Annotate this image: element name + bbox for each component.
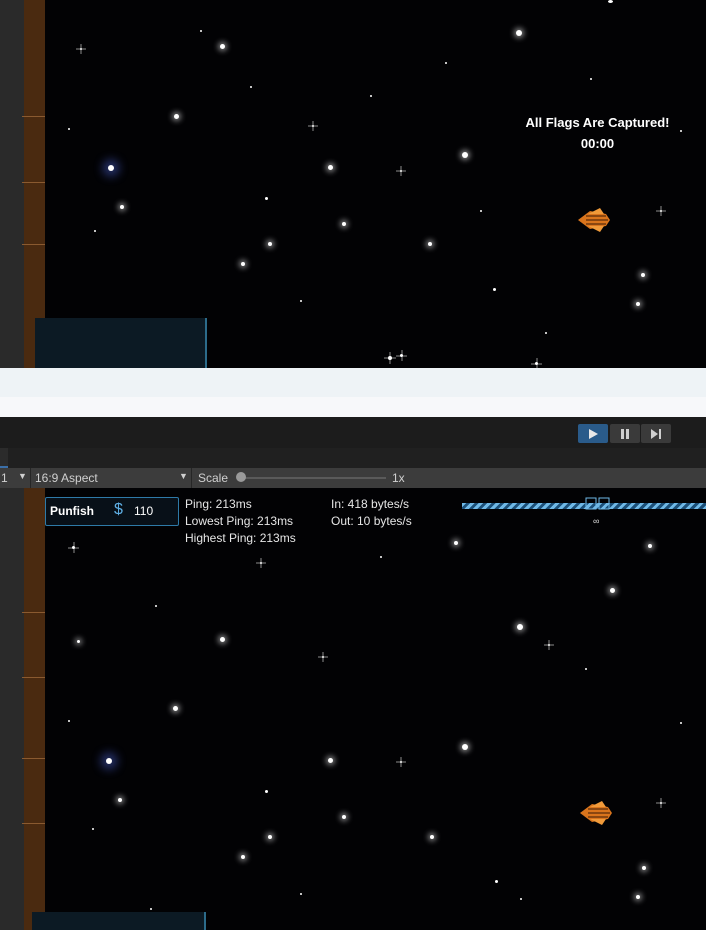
player-name: Punfish xyxy=(50,504,94,518)
scale-slider-handle[interactable] xyxy=(236,472,246,482)
player-info-panel: Punfish $ 110 xyxy=(45,497,179,526)
scene-left-strip xyxy=(24,0,45,368)
game-view-starfield xyxy=(0,488,706,930)
lowest-ping-value: Lowest Ping: 213ms xyxy=(185,514,294,528)
game-ui-panel xyxy=(32,912,206,930)
dollar-icon: $ xyxy=(114,501,123,518)
display-dropdown[interactable]: 1 xyxy=(1,471,8,485)
chevron-down-icon: ▼ xyxy=(179,471,188,481)
play-button[interactable] xyxy=(578,424,608,443)
scale-value: 1x xyxy=(392,471,405,485)
scale-slider-track[interactable] xyxy=(240,477,386,479)
pause-button[interactable] xyxy=(610,424,640,443)
step-button[interactable] xyxy=(641,424,671,443)
scale-label: Scale xyxy=(198,471,229,485)
editor-toolbar xyxy=(0,417,706,448)
game-view-tab-strip xyxy=(0,448,706,468)
scene-ui-panel xyxy=(35,318,207,368)
highest-ping-value: Highest Ping: 213ms xyxy=(185,531,296,545)
panel-divider xyxy=(0,368,706,417)
chevron-down-icon: ▼ xyxy=(18,471,27,481)
step-icon xyxy=(651,428,661,439)
game-tab-indicator[interactable] xyxy=(0,448,8,468)
display-number: 1 xyxy=(1,471,8,485)
pause-icon xyxy=(621,428,629,439)
ping-value: Ping: 213ms xyxy=(185,497,252,511)
scene-left-gutter xyxy=(0,0,24,368)
aspect-label: 16:9 Aspect xyxy=(35,471,98,485)
play-icon xyxy=(589,428,598,439)
player-ship-icon xyxy=(580,801,612,825)
player-ship-icon xyxy=(578,208,610,232)
flags-status-overlay: All Flags Are Captured! 00:00 xyxy=(525,112,670,154)
scene-view-starfield xyxy=(0,0,706,368)
bytes-out-value: Out: 10 bytes/s xyxy=(331,514,412,528)
ping-stats: Ping: 213ms Lowest Ping: 213ms Highest P… xyxy=(185,496,296,547)
bytes-in-value: In: 418 bytes/s xyxy=(331,497,410,511)
game-left-strip xyxy=(24,488,45,930)
bandwidth-stats: In: 418 bytes/s Out: 10 bytes/s xyxy=(331,496,412,530)
flags-status-text: All Flags Are Captured! xyxy=(525,115,670,130)
capture-timer: 00:00 xyxy=(580,136,615,151)
currency-value: 110 xyxy=(134,504,154,518)
game-view-control-bar: 1 ▼ 16:9 Aspect ▼ Scale 1x xyxy=(0,468,706,488)
flag-count: ∞ xyxy=(593,516,600,526)
flag-icon xyxy=(585,497,610,510)
game-left-gutter xyxy=(0,488,24,930)
flag-progress-bar xyxy=(462,503,706,509)
aspect-dropdown[interactable]: 16:9 Aspect xyxy=(35,471,98,485)
